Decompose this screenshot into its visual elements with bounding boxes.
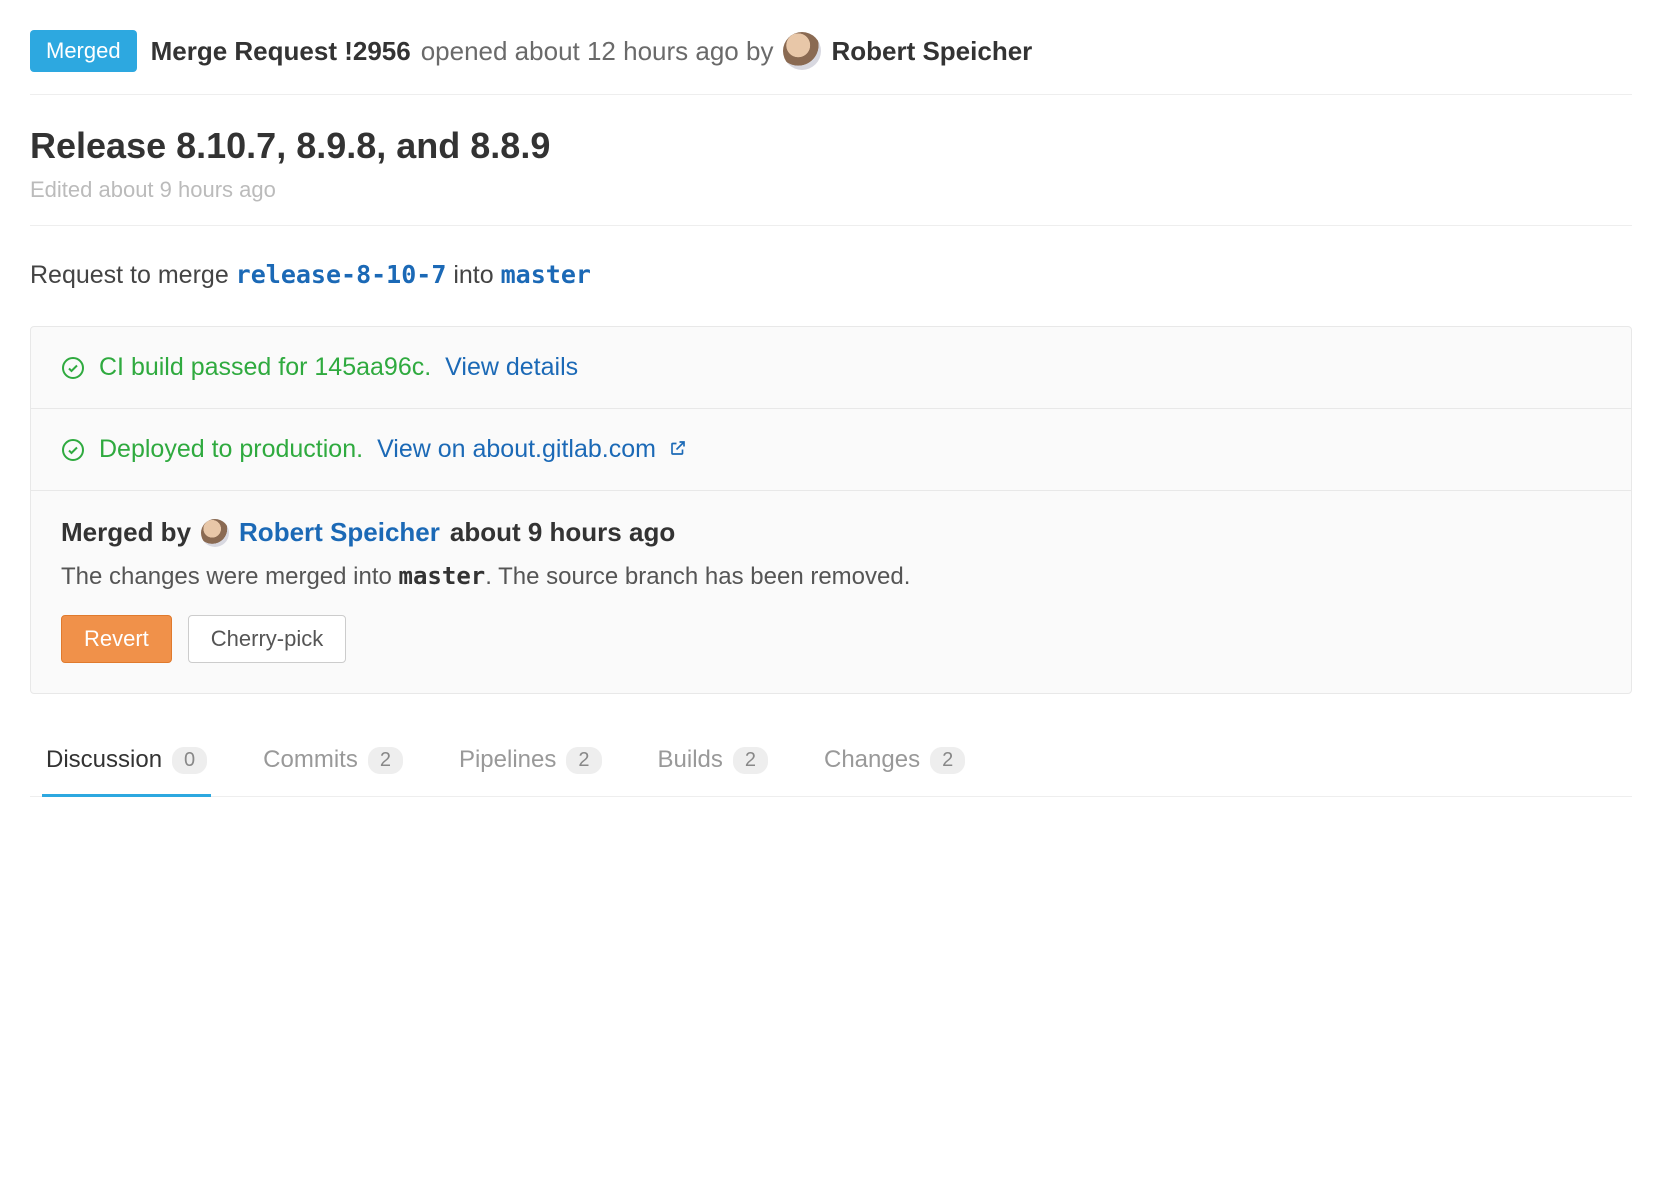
- tab-pipelines[interactable]: Pipelines 2: [455, 728, 606, 797]
- mr-id-label: Merge Request !2956: [151, 36, 411, 67]
- check-circle-icon: [61, 438, 85, 462]
- tab-builds[interactable]: Builds 2: [654, 728, 773, 797]
- tab-label: Builds: [658, 746, 723, 774]
- tab-label: Changes: [824, 746, 920, 774]
- cherry-pick-button[interactable]: Cherry-pick: [188, 615, 346, 663]
- author-link[interactable]: Robert Speicher: [831, 36, 1032, 67]
- ci-status-row: CI build passed for 145aa96c. View detai…: [31, 327, 1631, 409]
- mr-title: Release 8.10.7, 8.9.8, and 8.8.9: [30, 125, 1632, 167]
- deploy-view-link[interactable]: View on about.gitlab.com: [377, 435, 687, 464]
- avatar[interactable]: [783, 32, 821, 70]
- tab-label: Commits: [263, 746, 358, 774]
- tab-count-badge: 2: [733, 747, 768, 774]
- tab-label: Discussion: [46, 746, 162, 774]
- merge-prefix: Request to merge: [30, 261, 229, 289]
- merge-mid: into: [453, 261, 493, 289]
- mr-opened-text: opened about 12 hours ago by: [421, 36, 774, 67]
- revert-button[interactable]: Revert: [61, 615, 172, 663]
- tab-label: Pipelines: [459, 746, 556, 774]
- status-panel: CI build passed for 145aa96c. View detai…: [30, 326, 1632, 694]
- deploy-status-text: Deployed to production.: [99, 435, 363, 464]
- ci-view-details-link[interactable]: View details: [445, 353, 578, 382]
- deploy-status-row: Deployed to production. View on about.gi…: [31, 409, 1631, 491]
- merged-message: The changes were merged into master. The…: [61, 562, 1601, 591]
- status-badge: Merged: [30, 30, 137, 72]
- tab-commits[interactable]: Commits 2: [259, 728, 407, 797]
- tabs: Discussion 0 Commits 2 Pipelines 2 Build…: [30, 728, 1632, 797]
- merged-block: Merged by Robert Speicher about 9 hours …: [31, 491, 1631, 693]
- check-circle-icon: [61, 356, 85, 380]
- source-branch[interactable]: release-8-10-7: [236, 260, 447, 289]
- avatar[interactable]: [201, 519, 229, 547]
- merged-time: about 9 hours ago: [450, 517, 675, 548]
- target-branch[interactable]: master: [501, 260, 591, 289]
- tab-count-badge: 2: [930, 747, 965, 774]
- tab-count-badge: 0: [172, 747, 207, 774]
- external-link-icon: [669, 439, 687, 457]
- tab-count-badge: 2: [368, 747, 403, 774]
- tab-changes[interactable]: Changes 2: [820, 728, 969, 797]
- merge-branches-line: Request to merge release-8-10-7 into mas…: [30, 260, 1632, 290]
- ci-status-text: CI build passed for 145aa96c.: [99, 353, 431, 382]
- edited-timestamp: Edited about 9 hours ago: [30, 177, 1632, 203]
- merged-author-link[interactable]: Robert Speicher: [239, 517, 440, 548]
- divider: [30, 225, 1632, 226]
- mr-header: Merged Merge Request !2956 opened about …: [30, 30, 1632, 95]
- tab-discussion[interactable]: Discussion 0: [42, 728, 211, 797]
- tab-count-badge: 2: [566, 747, 601, 774]
- merged-by-prefix: Merged by: [61, 517, 191, 548]
